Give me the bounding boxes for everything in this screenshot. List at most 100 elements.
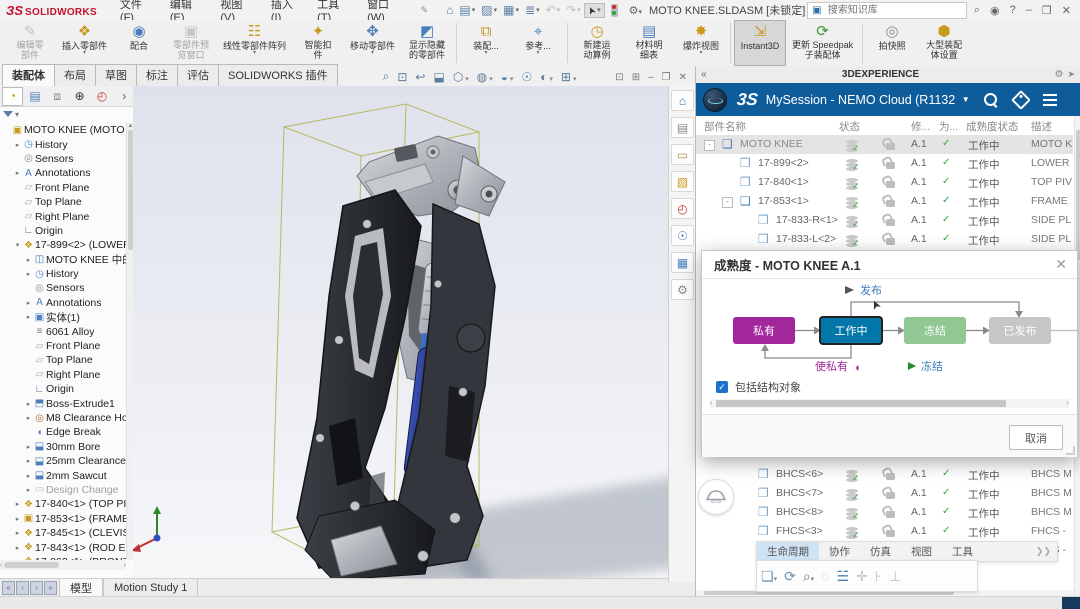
search-dropdown-icon[interactable]: ⌕ [969, 4, 985, 17]
taskpane-home-icon[interactable]: ⌂ [671, 90, 694, 111]
assistant-avatar[interactable] [698, 479, 734, 515]
column-header-2[interactable]: 修... [911, 119, 930, 134]
panel-search-icon[interactable] [984, 93, 997, 106]
tree-expander-icon[interactable]: ▾ [13, 241, 22, 249]
dropdown-caret-icon[interactable]: ▾ [508, 76, 513, 83]
display-manager-tab-icon[interactable]: ◴ [91, 87, 112, 106]
table-row[interactable]: ❒BHCS<6>✓A.1✓工作中BHCS M [696, 465, 1073, 484]
column-header-0[interactable]: 部件名称 [704, 119, 746, 134]
ribbon-button-19[interactable]: ◎拍快照 [866, 20, 918, 66]
tab-布局[interactable]: 布局 [54, 64, 96, 86]
tree-expander-icon[interactable]: ▸ [24, 457, 33, 465]
table-row[interactable]: ❒FHCS<3>✓A.1✓工作中FHCS - [696, 522, 1073, 541]
panel-gear-icon[interactable]: ⚙ [1054, 69, 1063, 80]
ribbon-button-20[interactable]: ⬢大型装配 体设置 [918, 20, 970, 66]
search-input[interactable] [826, 4, 962, 17]
column-header-1[interactable]: 状态 [839, 119, 860, 134]
dropdown-caret-icon[interactable]: ▾ [515, 6, 519, 14]
display-style-icon[interactable]: ◍ ▾ [473, 70, 497, 84]
tree-horizontal-scrollbar[interactable]: ‹› [0, 560, 126, 570]
apply-scene-icon[interactable]: ◐ ▾ [536, 70, 557, 84]
dropdown-caret-icon[interactable]: ▾ [811, 576, 815, 583]
cancel-button[interactable]: 取消 [1009, 425, 1063, 450]
ribbon-button-7[interactable]: ◩显示隐藏 的零部件 [401, 20, 453, 66]
dialog-close-icon[interactable]: ✕ [1055, 256, 1067, 273]
tree-item[interactable]: ▸⬒Boss-Extrude1 [0, 396, 126, 410]
restore-icon[interactable]: ❐ [1037, 4, 1057, 17]
replace-version-icon[interactable]: ⊦ [875, 568, 882, 585]
dropdown-caret-icon[interactable]: ▾ [547, 76, 552, 83]
dialog-horizontal-scrollbar[interactable]: ‹› [710, 399, 1069, 408]
tree-item[interactable]: ▸◷History [0, 137, 126, 151]
session-label[interactable]: MySession - NEMO Cloud (R1132101... [766, 93, 956, 107]
knowledge-search-box[interactable]: ▣ [807, 2, 967, 19]
panel-tab-生命周期[interactable]: 生命周期 [757, 542, 819, 561]
tree-expander-icon[interactable]: ▸ [13, 500, 22, 508]
dropdown-caret-icon[interactable]: ▾ [571, 76, 576, 83]
property-manager-tab-icon[interactable]: ▤ [24, 87, 45, 106]
graphics-viewport[interactable] [133, 86, 668, 578]
3dexperience-planet-icon[interactable] [703, 88, 727, 112]
panel-menu-icon[interactable] [1043, 91, 1057, 109]
column-header-4[interactable]: 成熟度状态 [966, 119, 1019, 134]
panel-tab-视图[interactable]: 视图 [901, 542, 942, 561]
table-row[interactable]: ❒BHCS<7>✓A.1✓工作中BHCS M [696, 484, 1073, 503]
tree-item[interactable]: ◖Edge Break [0, 425, 126, 439]
table-row[interactable]: ❒BHCS<8>✓A.1✓工作中BHCS M [696, 503, 1073, 522]
tree-item[interactable]: ▾❖17-899<2> (LOWER B [0, 238, 126, 252]
tree-item[interactable]: ▱Right Plane [0, 368, 126, 382]
tree-item[interactable]: ▸◎M8 Clearance Hole [0, 411, 126, 425]
doc-tile-icon[interactable]: ⊞ [632, 72, 640, 83]
structure-list-icon[interactable]: ☱ [837, 568, 850, 585]
tab-nav-icon[interactable]: « [2, 581, 15, 595]
tree-item[interactable]: ▱Right Plane [0, 209, 126, 223]
tree-item[interactable]: ▱Top Plane [0, 353, 126, 367]
undo-icon[interactable]: ↶▾ [543, 2, 564, 18]
panel-tab-工具[interactable]: 工具 [942, 542, 983, 561]
tree-expander-icon[interactable]: ▸ [24, 472, 33, 480]
print-icon[interactable]: ≣▾ [522, 2, 543, 18]
previous-view-icon[interactable]: ↩ [411, 70, 429, 84]
redo-icon[interactable]: ↷▾ [563, 2, 584, 18]
tree-item[interactable]: ▸❖17-845<1> (CLEVIS) [0, 526, 126, 540]
panel-pin-icon[interactable]: ➤ [1067, 69, 1075, 80]
select-cursor-icon[interactable]: ➤▾ [584, 3, 605, 18]
view-settings-icon[interactable]: ⊞ ▾ [557, 70, 581, 84]
tree-filter-row[interactable]: ▾ [0, 106, 136, 122]
collaboration-status-icon[interactable] [611, 4, 618, 17]
dropdown-caret-icon[interactable]: ▾ [487, 76, 492, 83]
taskpane-file-explorer-icon[interactable]: ▧ [671, 171, 694, 192]
ribbon-button-5[interactable]: ✦智能扣 件 [292, 20, 344, 66]
home-icon[interactable]: ⌂ [443, 2, 456, 18]
tabstrip-collapse-icon[interactable]: ❯❯ [1036, 546, 1057, 557]
tree-expander-icon[interactable]: ▸ [24, 443, 33, 451]
table-row[interactable]: ❒17-899<2>✓A.1✓工作中LOWER [696, 154, 1073, 173]
dialog-resize-grip[interactable] [1066, 446, 1075, 455]
ribbon-button-13[interactable]: ▤材料明 细表 [623, 20, 675, 66]
more-tabs-icon[interactable]: › [114, 87, 135, 106]
tree-expander-icon[interactable]: ▸ [24, 299, 33, 307]
tab-草图[interactable]: 草图 [95, 64, 137, 86]
tree-expander-icon[interactable]: ▸ [13, 515, 22, 523]
tree-item[interactable]: ▸◫MOTO KNEE 中的配 [0, 253, 126, 267]
tree-item[interactable]: ▱Top Plane [0, 195, 126, 209]
column-header-5[interactable]: 描述 [1031, 119, 1052, 134]
help-icon[interactable]: ? [1005, 4, 1021, 16]
table-row[interactable]: -❑17-853<1>✓A.1✓工作中FRAME [696, 192, 1073, 211]
user-account-icon[interactable]: ◉ [985, 4, 1005, 17]
tab-装配体[interactable]: 装配体 [2, 64, 55, 86]
minimize-icon[interactable]: – [1021, 4, 1037, 16]
insert-component-icon[interactable]: ✛ [856, 568, 868, 585]
tree-expander-icon[interactable]: ▸ [13, 529, 22, 537]
taskpane-custom-properties-icon[interactable]: ▦ [671, 252, 694, 273]
dropdown-caret-icon[interactable]: ▾ [494, 6, 498, 14]
table-row[interactable]: ❒17-833-R<1>✓A.1✓工作中SIDE PL [696, 211, 1073, 230]
tree-item[interactable]: ∟Origin [0, 224, 126, 238]
dropdown-caret-icon[interactable]: ▾ [774, 576, 778, 583]
zoom-fit-icon[interactable]: ⌕ [379, 69, 394, 84]
tab-nav-icon[interactable]: › [30, 581, 43, 595]
tree-item[interactable]: ▸▣17-853<1> (FRAME A [0, 512, 126, 526]
panel-tab-仿真[interactable]: 仿真 [860, 542, 901, 561]
table-row[interactable]: -❑MOTO KNEE✓A.1✓工作中MOTO K [696, 135, 1073, 154]
dropdown-caret-icon[interactable]: ▾ [577, 6, 581, 14]
